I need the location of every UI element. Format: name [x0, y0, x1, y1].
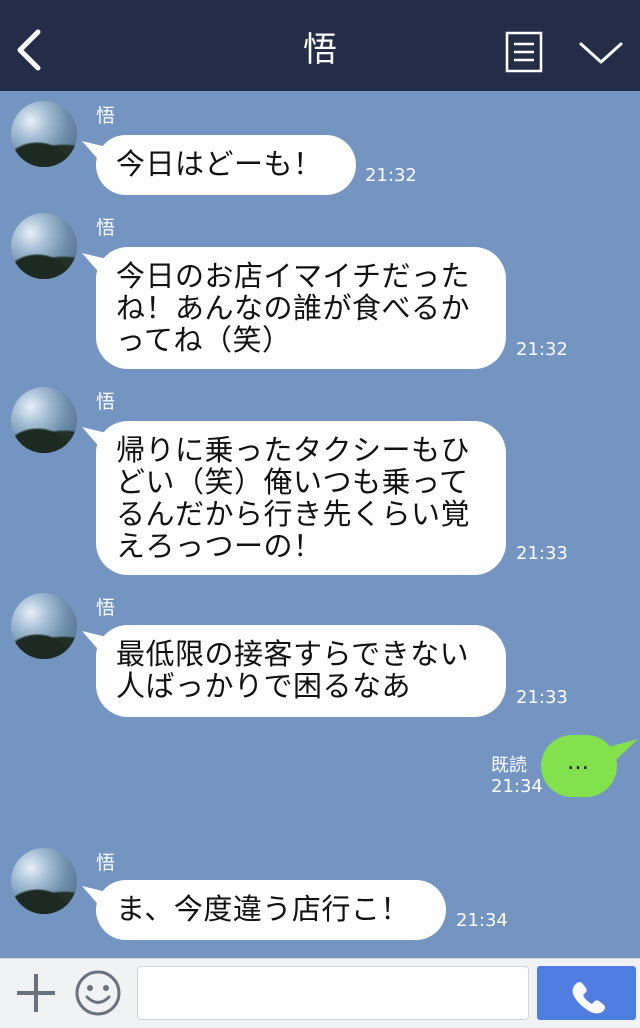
message-time: 21:33	[516, 543, 568, 564]
message-time: 21:33	[516, 687, 568, 708]
input-bar	[0, 958, 640, 1028]
message-time: 21:32	[365, 165, 417, 186]
my-message-time: 21:34	[491, 776, 543, 797]
message-time: 21:34	[456, 910, 508, 931]
message-line: 人ばっかりで困るなあ	[116, 669, 412, 703]
message-line: えろっつーの！	[116, 529, 323, 563]
chat-title: 悟	[303, 30, 337, 70]
chevron-down-icon[interactable]	[578, 38, 624, 68]
avatar[interactable]	[11, 387, 77, 453]
sender-name: 悟	[96, 391, 116, 413]
avatar[interactable]	[11, 101, 77, 167]
phone-icon	[572, 981, 606, 1014]
message-text: ま、今度違う店行こ！	[116, 892, 410, 926]
message-line: 今日のお店イマイチだった	[116, 259, 471, 293]
avatar[interactable]	[11, 213, 77, 279]
message-bubble[interactable]: ま、今度違う店行こ！	[96, 880, 446, 940]
message-bubble[interactable]: 今日はどーも！	[96, 135, 356, 195]
sender-name: 悟	[96, 105, 116, 127]
sender-name: 悟	[96, 597, 116, 619]
avatar[interactable]	[11, 593, 77, 659]
message-text: 今日はどーも！	[116, 147, 323, 181]
message-line: ってね（笑）	[116, 323, 292, 357]
message-line: 帰りに乗ったタクシーもひ	[116, 433, 471, 467]
message-input[interactable]	[137, 966, 529, 1020]
message-line: るんだから行き先くらい覚	[116, 497, 471, 531]
message-line: ね！あんなの誰が食べるか	[116, 291, 471, 325]
chat-header: 悟	[0, 0, 640, 91]
read-receipt: 既読 21:34	[491, 755, 543, 797]
sender-name: 悟	[96, 217, 116, 239]
call-button[interactable]	[537, 966, 636, 1020]
message-line: 最低限の接客すらできない	[116, 637, 470, 671]
document-menu-icon[interactable]	[505, 31, 543, 73]
message-bubble[interactable]: 帰りに乗ったタクシーもひ どい（笑）俺いつも乗って るんだから行き先くらい覚 え…	[96, 421, 506, 575]
message-time: 21:32	[516, 339, 568, 360]
chat-area[interactable]: 悟 今日はどーも！ 21:32 悟 今日のお店イマイチだった ね！あんなの誰が食…	[0, 91, 640, 958]
message-line: どい（笑）俺いつも乗って	[116, 465, 469, 499]
sender-name: 悟	[96, 852, 116, 874]
avatar[interactable]	[11, 848, 77, 914]
message-bubble[interactable]: 最低限の接客すらできない 人ばっかりで困るなあ	[96, 625, 506, 717]
my-message-text: …	[541, 735, 617, 797]
my-message-bubble[interactable]: …	[540, 735, 638, 799]
plus-icon[interactable]	[15, 972, 57, 1014]
message-bubble[interactable]: 今日のお店イマイチだった ね！あんなの誰が食べるか ってね（笑）	[96, 247, 506, 369]
smiley-icon[interactable]	[74, 969, 122, 1017]
read-label: 既読	[491, 755, 527, 776]
